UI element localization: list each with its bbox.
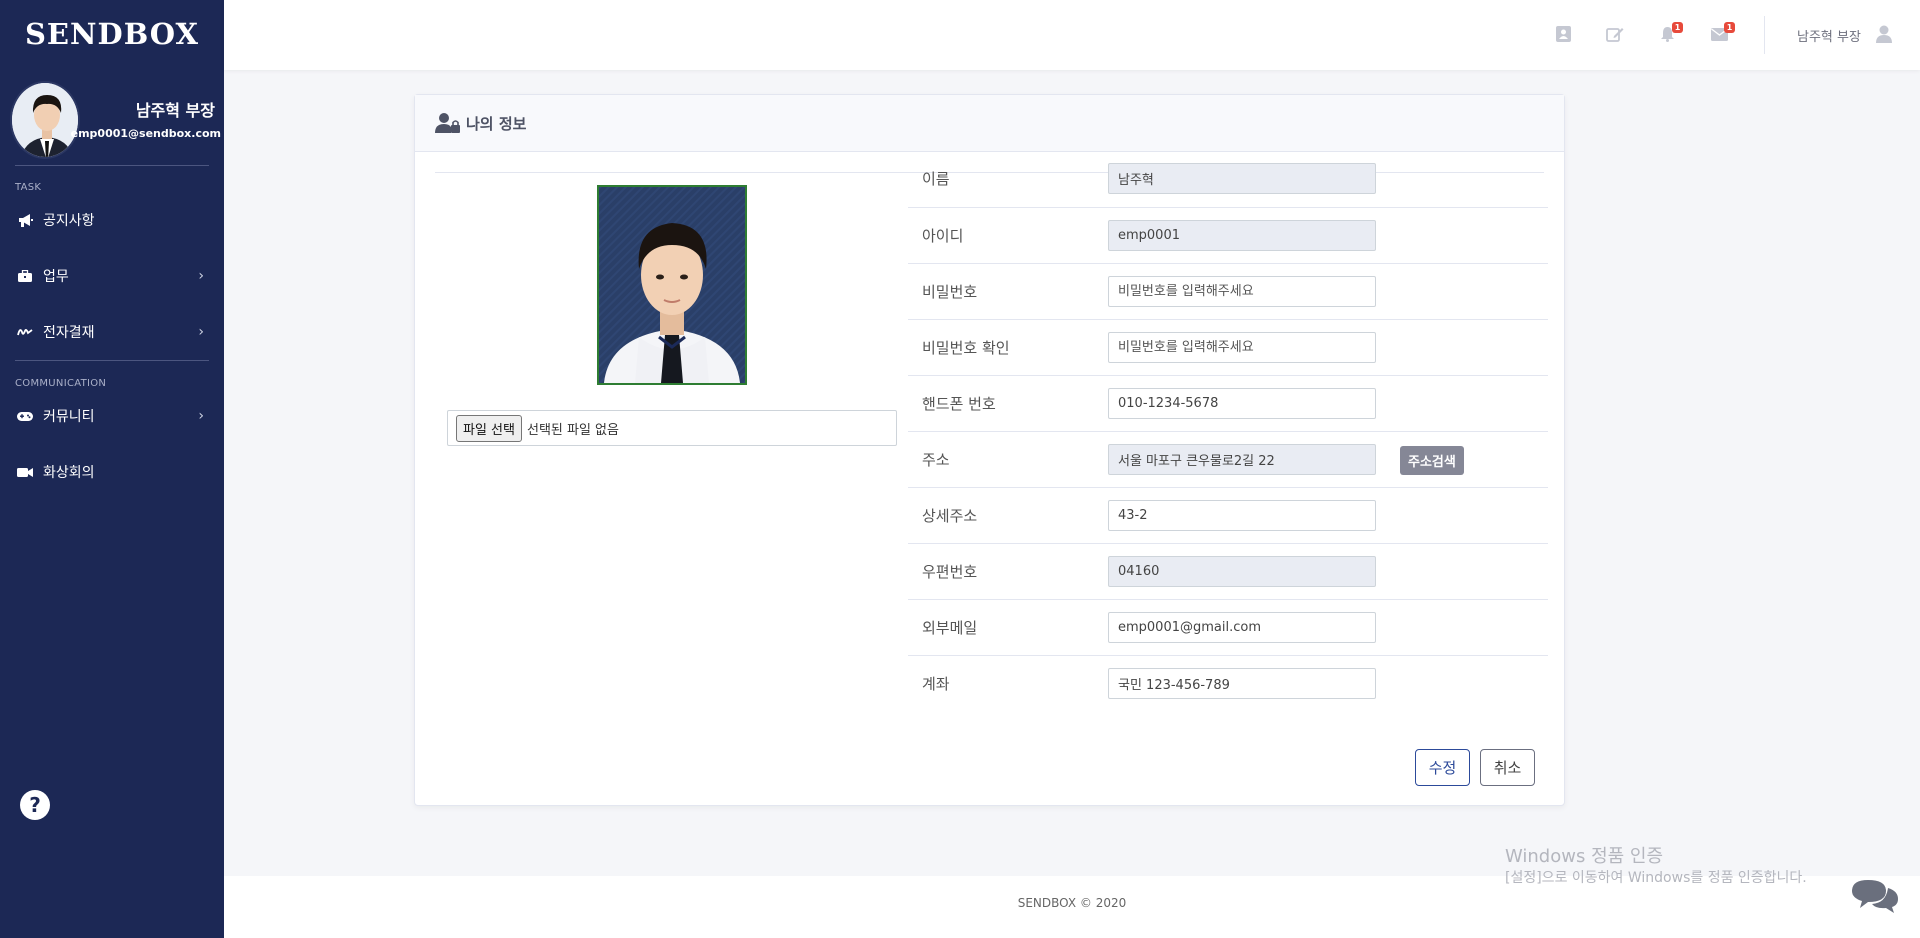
sidebar-item-video-meeting[interactable]: 화상회의 [0,444,224,500]
account-field[interactable] [1108,668,1376,699]
form-row-account: 계좌 [908,655,1548,711]
windows-activation-subtitle: [설정]으로 이동하여 Windows를 정품 인증합니다. [1505,870,1807,886]
cancel-button[interactable]: 취소 [1480,749,1535,786]
sidebar-item-label: 업무 [43,269,69,285]
gamepad-icon [16,409,34,423]
alerts-badge: 1 [1672,22,1683,33]
signature-icon [16,325,34,339]
file-status: 선택된 파일 없음 [526,422,619,438]
card-header: 나의 정보 [415,95,1564,152]
form-row-external-email: 외부메일 [908,599,1548,655]
info-form: 이름 아이디 비밀번호 비밀번호 확인 핸드폰 번호 주소 주소검색 상세주소 [908,151,1548,711]
field-label: 외부메일 [922,619,978,637]
password-field[interactable] [1108,276,1376,307]
sidebar-item-notice[interactable]: 공지사항 [0,192,224,248]
sidebar-item-approval[interactable]: 전자결재 › [0,304,224,360]
profile-photo [597,185,747,385]
name-field[interactable] [1108,163,1376,194]
form-row-address-detail: 상세주소 [908,487,1548,543]
form-row-password-confirm: 비밀번호 확인 [908,319,1548,375]
sidebar-item-label: 공지사항 [43,213,95,229]
file-select-button[interactable]: 파일 선택 [456,414,522,442]
field-label: 주소 [922,451,950,469]
address-search-button[interactable]: 주소검색 [1400,446,1464,475]
zipcode-field[interactable] [1108,556,1376,587]
field-label: 비밀번호 확인 [922,339,1010,357]
form-row-name: 이름 [908,151,1548,207]
field-label: 핸드폰 번호 [922,395,996,413]
my-info-card: 나의 정보 파일 선택 선택된 파일 없음 이름 남주혁 아이디 emp0001… [414,94,1565,806]
field-label: 상세주소 [922,507,978,525]
sidebar-item-label: 커뮤니티 [43,409,95,425]
avatar [10,81,80,159]
field-label: 아이디 [922,227,964,245]
footer-copyright: SENDBOX © 2020 [1017,896,1127,910]
form-row-address: 주소 주소검색 [908,431,1548,487]
form-row-phone: 핸드폰 번호 [908,375,1548,431]
sidebar-item-work[interactable]: 업무 › [0,248,224,304]
profile-name: 남주혁 부장 [135,101,215,120]
edit-button[interactable]: 수정 [1415,749,1470,786]
topbar-user-name[interactable]: 남주혁 부장 [1797,26,1861,45]
phone-field[interactable] [1108,388,1376,419]
chevron-right-icon: › [198,408,204,424]
user-icon[interactable] [1876,25,1892,43]
topbar-divider [1764,16,1765,54]
video-icon [16,465,34,479]
password-confirm-field[interactable] [1108,332,1376,363]
sidebar-item-label: 전자결재 [43,325,95,341]
chevron-right-icon: › [198,324,204,340]
envelope-icon[interactable]: 1 [1710,22,1735,42]
edit-icon[interactable] [1606,26,1624,42]
briefcase-icon [16,269,34,283]
messages-badge: 1 [1724,22,1735,33]
file-upload[interactable]: 파일 선택 선택된 파일 없음 [447,410,897,446]
address-field[interactable] [1108,444,1376,475]
external-email-field[interactable] [1108,612,1376,643]
megaphone-icon [16,213,34,227]
chevron-right-icon: › [198,268,204,284]
topbar: 1 1 남주혁 부장 [224,0,1920,70]
field-label: 계좌 [922,675,950,693]
profile-panel: 남주혁 부장 emp0001@sendbox.com [10,67,221,166]
address-detail-field[interactable] [1108,500,1376,531]
bell-icon[interactable]: 1 [1658,22,1683,42]
sidebar-divider [15,360,209,361]
field-label: 비밀번호 [922,283,978,301]
sidebar: SENDBOX 남주혁 부장 emp0001@sendbox.com TASK … [0,0,224,938]
form-row-zipcode: 우편번호 [908,543,1548,599]
windows-activation-title: Windows 정품 인증 [1505,846,1664,867]
brand-text: SENDBOX [24,16,199,51]
help-icon[interactable]: ? [20,790,50,820]
form-row-password: 비밀번호 [908,263,1548,319]
contact-card-icon[interactable] [1554,26,1572,42]
sidebar-item-community[interactable]: 커뮤니티 › [0,388,224,444]
field-label: 이름 [922,170,950,188]
user-lock-icon [435,112,461,134]
id-field[interactable] [1108,220,1376,251]
form-row-id: 아이디 [908,207,1548,263]
card-title: 나의 정보 [466,114,527,133]
brand-logo[interactable]: SENDBOX [0,0,224,67]
profile-email: emp0001@sendbox.com [70,127,221,140]
sidebar-item-label: 화상회의 [43,465,95,481]
field-label: 우편번호 [922,563,978,581]
chat-icon[interactable] [1850,876,1900,916]
